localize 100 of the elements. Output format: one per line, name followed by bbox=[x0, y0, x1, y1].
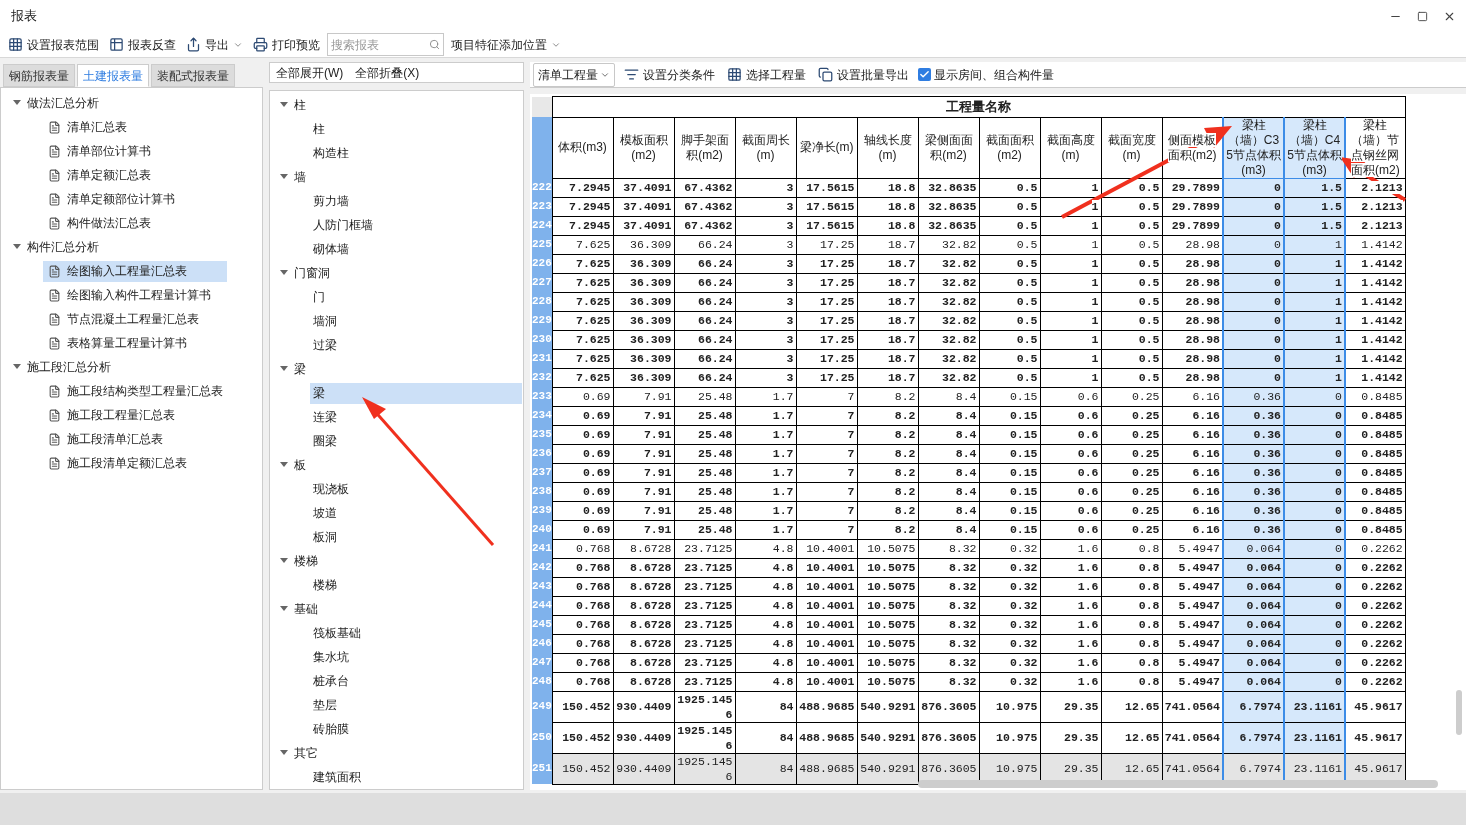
table-cell: 1.4142 bbox=[1345, 235, 1406, 254]
table-cell: 8.4 bbox=[918, 387, 979, 406]
dropdown-button[interactable]: 项目特征添加位置 bbox=[448, 33, 564, 56]
component-tree-item[interactable]: 楼梯 bbox=[310, 574, 337, 596]
report-tree-item[interactable]: 节点混凝土工程量汇总表 bbox=[43, 308, 209, 330]
component-tree-item[interactable]: 连梁 bbox=[310, 406, 337, 428]
table-cell: 8.6728 bbox=[613, 577, 674, 596]
component-tree-item[interactable]: 垫层 bbox=[310, 694, 337, 716]
component-tree-item[interactable]: 桩承台 bbox=[310, 670, 349, 692]
tree-group[interactable]: 施工段汇总分析 bbox=[27, 358, 111, 376]
tree-group[interactable]: 梁 bbox=[294, 360, 306, 378]
component-tree-item[interactable]: 柱 bbox=[310, 118, 325, 140]
component-tree-item[interactable]: 过梁 bbox=[310, 334, 337, 356]
report-tree-item[interactable]: 绘图输入构件工程量计算书 bbox=[43, 284, 221, 306]
column-header[interactable]: 截面面积(m2) bbox=[979, 117, 1040, 178]
report-tree-item[interactable]: 表格算量工程量计算书 bbox=[43, 332, 197, 354]
tree-group[interactable]: 其它 bbox=[294, 744, 318, 762]
report-tree-item[interactable]: 施工段清单汇总表 bbox=[43, 428, 173, 450]
component-tree-item[interactable]: 圈梁 bbox=[310, 430, 337, 452]
column-header[interactable]: 梁柱（墙）节点钢丝网面积(m2) bbox=[1345, 117, 1406, 178]
dropdown-button[interactable]: 导出 bbox=[183, 33, 246, 56]
expanded-caret-icon[interactable] bbox=[280, 366, 288, 372]
tree-group[interactable]: 构件汇总分析 bbox=[27, 238, 99, 256]
column-header[interactable]: 梁净长(m) bbox=[796, 117, 857, 178]
component-tree-item[interactable]: 现浇板 bbox=[310, 478, 349, 500]
select-dropdown[interactable]: 清单工程量 bbox=[533, 62, 615, 87]
table-cell: 930.4409 bbox=[613, 691, 674, 722]
report-tree-item[interactable]: 清单汇总表 bbox=[43, 116, 137, 138]
tree-action-link[interactable]: 全部展开(W) bbox=[276, 63, 344, 82]
component-tree-item[interactable]: 坡道 bbox=[310, 502, 337, 524]
report-tree-item[interactable]: 施工段结构类型工程量汇总表 bbox=[43, 380, 233, 402]
report-tab[interactable]: 装配式报表量 bbox=[151, 64, 235, 87]
toolbar-button[interactable]: 设置报表范围 bbox=[5, 33, 102, 56]
report-tree-item[interactable]: 施工段清单定额汇总表 bbox=[43, 452, 197, 474]
component-tree-item[interactable]: 门 bbox=[310, 286, 325, 308]
expanded-caret-icon[interactable] bbox=[280, 270, 288, 276]
component-tree-item[interactable]: 集水坑 bbox=[310, 646, 349, 668]
toolbar-button[interactable]: 选择工程量 bbox=[724, 63, 809, 86]
report-tree-item[interactable]: 清单定额部位计算书 bbox=[43, 188, 185, 210]
table-cell: 488.9685 bbox=[796, 753, 857, 784]
checkbox[interactable] bbox=[918, 68, 931, 81]
expanded-caret-icon[interactable] bbox=[13, 100, 21, 106]
table-cell: 7.91 bbox=[613, 463, 674, 482]
tree-group[interactable]: 墙 bbox=[294, 168, 306, 186]
tree-group[interactable]: 做法汇总分析 bbox=[27, 94, 99, 112]
tree-action-link[interactable]: 全部折叠(X) bbox=[355, 63, 420, 82]
component-tree-item[interactable]: 墙洞 bbox=[310, 310, 337, 332]
component-tree-item[interactable]: 筏板基础 bbox=[310, 622, 361, 644]
toolbar-button[interactable]: 报表反查 bbox=[106, 33, 179, 56]
report-tree-item[interactable]: 清单定额汇总表 bbox=[43, 164, 161, 186]
column-header[interactable]: 截面高度(m) bbox=[1040, 117, 1101, 178]
toolbar-button[interactable]: 打印预览 bbox=[250, 33, 323, 56]
expanded-caret-icon[interactable] bbox=[280, 750, 288, 756]
component-tree-item[interactable]: 梁 bbox=[310, 382, 522, 404]
column-header[interactable]: 梁侧面面积(m2) bbox=[918, 117, 979, 178]
column-header[interactable]: 梁柱（墙）C35节点体积(m3) bbox=[1223, 117, 1284, 178]
component-tree-item[interactable]: 剪力墙 bbox=[310, 190, 349, 212]
tree-group[interactable]: 门窗洞 bbox=[294, 264, 330, 282]
component-tree-item[interactable]: 人防门框墙 bbox=[310, 214, 373, 236]
tree-group[interactable]: 基础 bbox=[294, 600, 318, 618]
vertical-scrollbar[interactable] bbox=[1456, 690, 1462, 735]
horizontal-scrollbar[interactable] bbox=[918, 780, 1438, 788]
expanded-caret-icon[interactable] bbox=[280, 462, 288, 468]
column-header[interactable]: 截面宽度(m) bbox=[1101, 117, 1162, 178]
expanded-caret-icon[interactable] bbox=[280, 606, 288, 612]
table-cell: 1 bbox=[1040, 197, 1101, 216]
component-tree-item[interactable]: 板洞 bbox=[310, 526, 337, 548]
column-header[interactable]: 轴线长度(m) bbox=[857, 117, 918, 178]
report-tab[interactable]: 土建报表量 bbox=[77, 64, 149, 87]
maximize-icon[interactable] bbox=[1417, 10, 1428, 22]
column-header[interactable]: 体积(m3) bbox=[552, 117, 613, 178]
column-header[interactable]: 梁柱（墙）C45节点体积(m3) bbox=[1284, 117, 1345, 178]
table-cell: 4.8 bbox=[735, 653, 796, 672]
report-tree-item[interactable]: 清单部位计算书 bbox=[43, 140, 161, 162]
expanded-caret-icon[interactable] bbox=[13, 244, 21, 250]
table-cell: 8.4 bbox=[918, 520, 979, 539]
expanded-caret-icon[interactable] bbox=[280, 102, 288, 108]
table-cell: 8.2 bbox=[857, 501, 918, 520]
component-tree-item[interactable]: 砌体墙 bbox=[310, 238, 349, 260]
tree-group[interactable]: 楼梯 bbox=[294, 552, 318, 570]
column-header[interactable]: 截面周长(m) bbox=[735, 117, 796, 178]
toolbar-button[interactable]: 设置分类条件 bbox=[621, 63, 718, 86]
report-tree-item[interactable]: 绘图输入工程量汇总表 bbox=[43, 260, 227, 282]
report-tab[interactable]: 钢筋报表量 bbox=[3, 64, 75, 87]
table-cell: 7.625 bbox=[552, 349, 613, 368]
column-header[interactable]: 脚手架面积(m2) bbox=[674, 117, 735, 178]
expanded-caret-icon[interactable] bbox=[13, 364, 21, 370]
report-tree-item[interactable]: 施工段工程量汇总表 bbox=[43, 404, 185, 426]
tree-group[interactable]: 板 bbox=[294, 456, 306, 474]
tree-group[interactable]: 柱 bbox=[294, 96, 306, 114]
component-tree-item[interactable]: 砖胎膜 bbox=[310, 718, 349, 740]
expanded-caret-icon[interactable] bbox=[280, 558, 288, 564]
table-cell: 7 bbox=[796, 520, 857, 539]
toolbar-button[interactable]: 设置批量导出 bbox=[815, 63, 912, 86]
expanded-caret-icon[interactable] bbox=[280, 174, 288, 180]
column-header[interactable]: 模板面积(m2) bbox=[613, 117, 674, 178]
component-tree-item[interactable]: 构造柱 bbox=[310, 142, 349, 164]
search-field[interactable]: 搜索报表 bbox=[327, 33, 444, 56]
component-tree-item[interactable]: 建筑面积 bbox=[310, 766, 361, 788]
report-tree-item[interactable]: 构件做法汇总表 bbox=[43, 212, 161, 234]
